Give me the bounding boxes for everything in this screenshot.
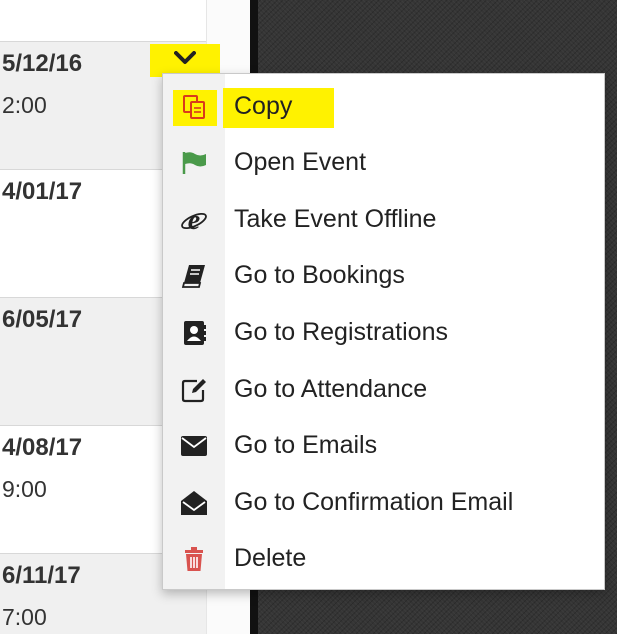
menu-item-copy[interactable]: Copy — [163, 78, 606, 134]
menu-item-go-to-confirmation-email[interactable]: Go to Confirmation Email — [163, 474, 606, 530]
chevron-down-icon — [174, 51, 196, 70]
trash-icon — [179, 546, 209, 572]
envelope-icon — [179, 433, 209, 459]
event-date: 5/12/16 — [2, 50, 83, 77]
flag-icon — [179, 150, 209, 176]
internet-explorer-icon: e — [179, 206, 209, 234]
event-time: 7:00 — [2, 604, 47, 630]
contact-book-icon — [179, 320, 209, 346]
menu-item-label: Copy — [234, 92, 293, 120]
event-date: 6/05/17 — [2, 306, 83, 333]
envelope-open-icon — [179, 490, 209, 516]
menu-item-open-event[interactable]: Open Event — [163, 134, 606, 190]
event-date: 4/01/17 — [2, 178, 83, 205]
menu-item-take-event-offline[interactable]: e Take Event Offline — [163, 191, 606, 247]
menu-item-label: Open Event — [234, 148, 367, 176]
menu-item-label: Delete — [234, 544, 307, 572]
menu-item-label: Go to Confirmation Email — [234, 488, 514, 516]
edit-icon — [179, 377, 209, 403]
menu-item-label: Go to Registrations — [234, 318, 448, 346]
menu-item-label: Go to Bookings — [234, 261, 405, 289]
event-date: 4/08/17 — [2, 434, 83, 461]
menu-item-label: Take Event Offline — [234, 205, 437, 233]
menu-item-label: Go to Emails — [234, 431, 378, 459]
event-time: 9:00 — [2, 476, 47, 502]
svg-text:e: e — [188, 206, 200, 234]
menu-item-go-to-emails[interactable]: Go to Emails — [163, 417, 606, 473]
menu-item-go-to-registrations[interactable]: Go to Registrations — [163, 304, 606, 360]
copy-icon — [179, 94, 209, 120]
menu-item-go-to-bookings[interactable]: Go to Bookings — [163, 247, 606, 303]
event-date: 6/11/17 — [2, 562, 81, 589]
actions-menu: Copy Open Event e Take Event Offline Go … — [162, 73, 605, 590]
menu-item-go-to-attendance[interactable]: Go to Attendance — [163, 361, 606, 417]
book-icon — [179, 263, 209, 289]
menu-item-delete[interactable]: Delete — [163, 530, 606, 586]
menu-item-label: Go to Attendance — [234, 375, 428, 403]
event-time: 2:00 — [2, 92, 47, 118]
